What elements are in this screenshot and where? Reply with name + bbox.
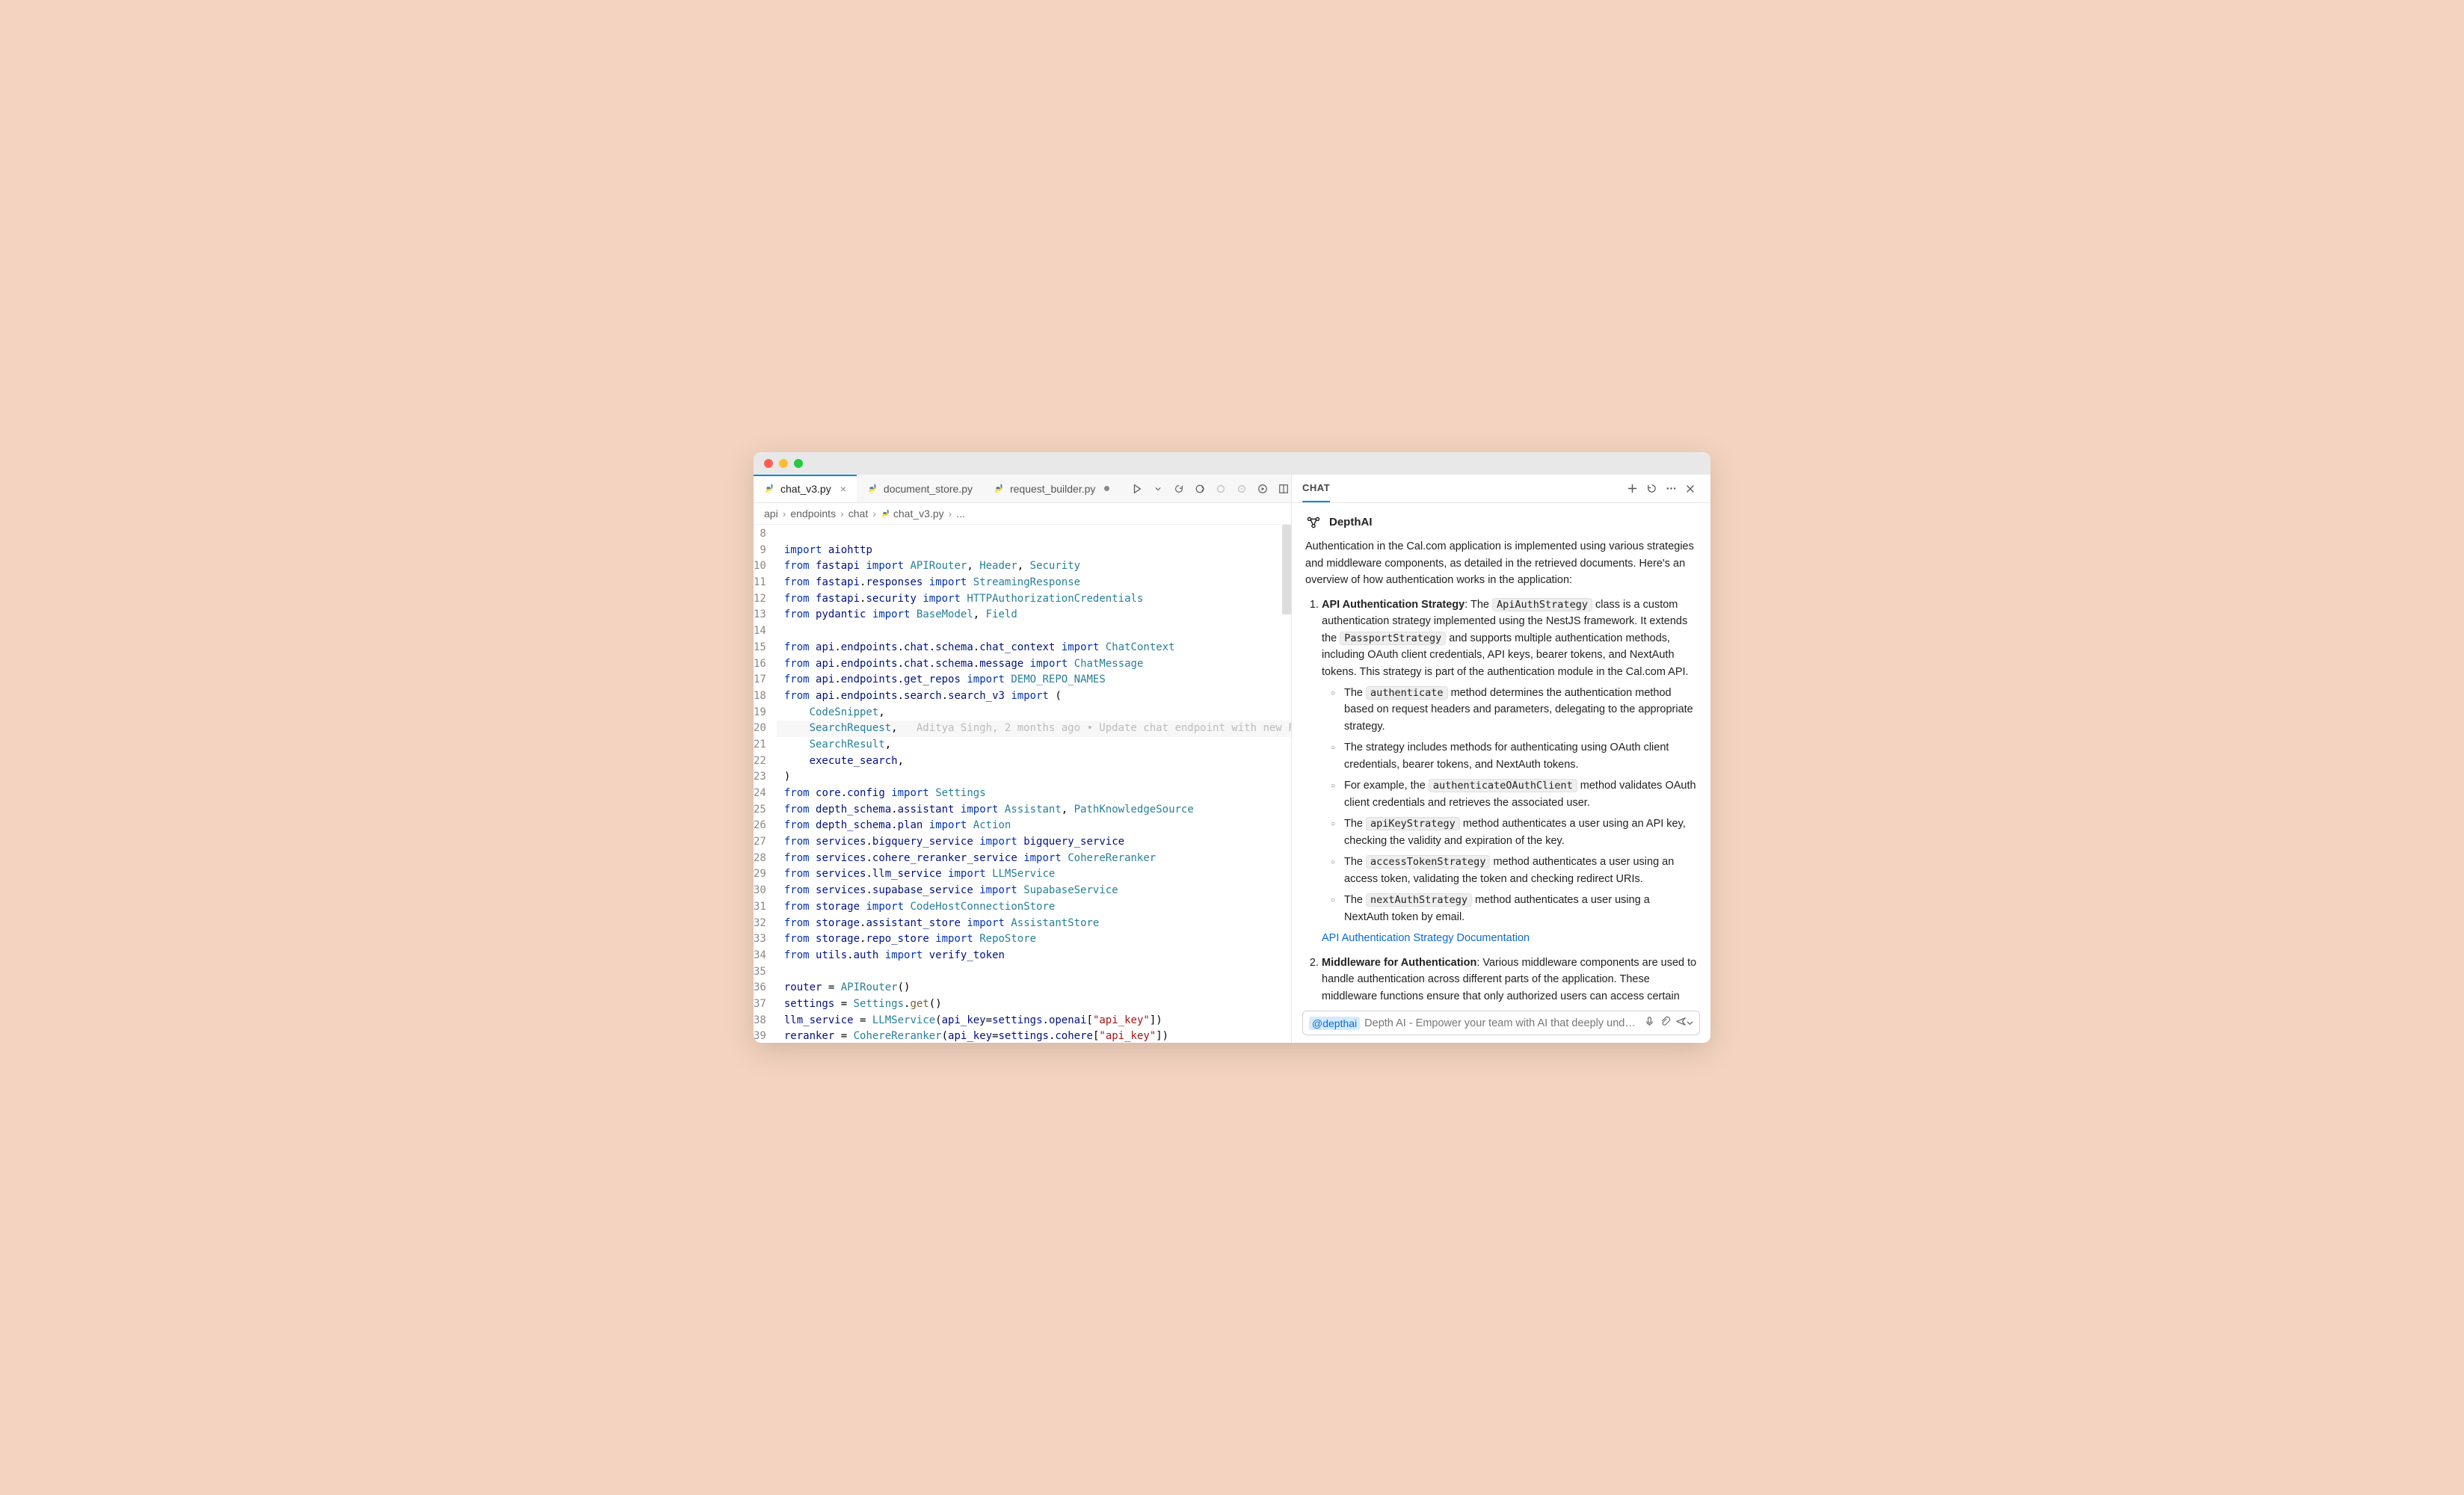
chat-header: CHAT xyxy=(1292,475,1710,503)
code-line[interactable]: SearchRequest, Aditya Singh, 2 months ag… xyxy=(777,721,1291,737)
chat-list-item: Middleware for Authentication: Various m… xyxy=(1322,955,1697,1003)
python-file-icon xyxy=(764,484,774,494)
code-line[interactable] xyxy=(777,623,1291,640)
split-editor-icon[interactable] xyxy=(1274,479,1293,499)
chat-list-item: API Authentication Strategy: The ApiAuth… xyxy=(1322,597,1697,947)
chat-intro-text: Authentication in the Cal.com applicatio… xyxy=(1305,538,1697,588)
code-line[interactable]: from pydantic import BaseModel, Field xyxy=(777,607,1291,623)
editor-tab[interactable]: document_store.py xyxy=(857,475,983,502)
code-line[interactable]: from utils.auth import verify_token xyxy=(777,948,1291,964)
app-window: chat_v3.py×document_store.pyrequest_buil… xyxy=(754,452,1710,1043)
code-line[interactable]: from storage import CodeHostConnectionSt… xyxy=(777,899,1291,916)
code-line[interactable]: ) xyxy=(777,769,1291,786)
titlebar xyxy=(754,452,1710,475)
chat-mention-chip[interactable]: @depthai xyxy=(1309,1017,1360,1030)
python-file-icon xyxy=(994,484,1004,494)
chat-input[interactable]: @depthai Depth AI - Empower your team wi… xyxy=(1302,1011,1700,1035)
run-cell-icon[interactable] xyxy=(1190,479,1210,499)
code-line[interactable]: from fastapi import APIRouter, Header, S… xyxy=(777,558,1291,575)
breadcrumb[interactable]: api›endpoints›chat›chat_v3.py›... xyxy=(754,503,1291,525)
code-line[interactable]: reranker = CohereReranker(api_key=settin… xyxy=(777,1029,1291,1043)
inline-code: ApiAuthStrategy xyxy=(1492,598,1592,611)
close-chat-icon[interactable] xyxy=(1681,479,1700,499)
code-editor[interactable]: 8910111213141516171819202122232425262728… xyxy=(754,525,1291,1043)
attach-icon[interactable] xyxy=(1660,1016,1671,1030)
depthai-logo-icon xyxy=(1305,514,1322,531)
run-icon[interactable] xyxy=(1127,479,1147,499)
doc-link[interactable]: API Authentication Strategy Documentatio… xyxy=(1322,932,1530,944)
step-icon[interactable] xyxy=(1211,479,1231,499)
modified-indicator-icon xyxy=(1104,486,1109,491)
breadcrumb-segment[interactable]: chat xyxy=(848,508,868,520)
chat-bullet: The authenticate method determines the a… xyxy=(1334,685,1697,735)
step-over-icon[interactable] xyxy=(1232,479,1251,499)
inline-code: PassportStrategy xyxy=(1340,632,1446,645)
code-line[interactable]: SearchResult, xyxy=(777,737,1291,753)
code-line[interactable]: llm_service = LLMService(api_key=setting… xyxy=(777,1013,1291,1029)
python-file-icon xyxy=(867,484,878,494)
code-line[interactable]: CodeSnippet, xyxy=(777,705,1291,721)
editor-tab-bar: chat_v3.py×document_store.pyrequest_buil… xyxy=(754,475,1291,503)
chat-brand-name: DepthAI xyxy=(1329,514,1373,531)
send-icon[interactable] xyxy=(1675,1016,1687,1030)
chat-placeholder: Depth AI - Empower your team with AI tha… xyxy=(1364,1017,1639,1029)
code-line[interactable]: from services.llm_service import LLMServ… xyxy=(777,866,1291,883)
chat-messages: DepthAI Authentication in the Cal.com ap… xyxy=(1292,503,1710,1003)
inline-code: authenticate xyxy=(1366,686,1448,700)
code-line[interactable] xyxy=(777,964,1291,981)
code-line[interactable]: from services.supabase_service import Su… xyxy=(777,883,1291,899)
breadcrumb-segment[interactable]: endpoints xyxy=(790,508,836,520)
code-line[interactable]: from depth_schema.plan import Action xyxy=(777,818,1291,834)
debug-rerun-icon[interactable] xyxy=(1169,479,1189,499)
maximize-window-button[interactable] xyxy=(794,459,803,468)
breadcrumb-segment[interactable]: api xyxy=(764,508,778,520)
code-line[interactable]: from api.endpoints.chat.schema.message i… xyxy=(777,656,1291,673)
code-line[interactable]: from services.cohere_reranker_service im… xyxy=(777,851,1291,867)
code-line[interactable]: from storage.repo_store import RepoStore xyxy=(777,931,1291,948)
new-chat-icon[interactable] xyxy=(1622,479,1642,499)
code-line[interactable]: from storage.assistant_store import Assi… xyxy=(777,916,1291,932)
chat-tab-label[interactable]: CHAT xyxy=(1302,482,1330,502)
voice-input-icon[interactable] xyxy=(1644,1016,1655,1030)
code-line[interactable]: from api.endpoints.search.search_v3 impo… xyxy=(777,688,1291,705)
code-line[interactable]: from api.endpoints.chat.schema.chat_cont… xyxy=(777,640,1291,656)
chat-pane: CHAT DepthAI Authentication in the Cal.c… xyxy=(1292,475,1710,1043)
inline-code: accessTokenStrategy xyxy=(1366,855,1490,869)
run-dropdown-icon[interactable] xyxy=(1148,479,1168,499)
breadcrumb-segment[interactable]: chat_v3.py xyxy=(881,508,944,520)
inline-code: authenticateOAuthClient xyxy=(1429,779,1577,792)
close-tab-icon[interactable]: × xyxy=(840,483,846,495)
debug-run-icon[interactable] xyxy=(1253,479,1272,499)
inline-code: apiKeyStrategy xyxy=(1366,817,1460,830)
minimap-scrollbar[interactable] xyxy=(1282,525,1291,614)
breadcrumb-segment[interactable]: ... xyxy=(956,508,965,520)
chat-brand: DepthAI xyxy=(1305,514,1697,531)
code-line[interactable]: from api.endpoints.get_repos import DEMO… xyxy=(777,672,1291,688)
minimize-window-button[interactable] xyxy=(779,459,788,468)
code-line[interactable] xyxy=(777,526,1291,543)
code-line[interactable]: from core.config import Settings xyxy=(777,786,1291,802)
chat-bullet: The strategy includes methods for authen… xyxy=(1334,739,1697,773)
chat-response-list: API Authentication Strategy: The ApiAuth… xyxy=(1305,597,1697,1003)
editor-tab[interactable]: request_builder.py xyxy=(983,475,1120,502)
code-line[interactable]: from services.bigquery_service import bi… xyxy=(777,834,1291,851)
send-dropdown-icon[interactable] xyxy=(1687,1017,1693,1029)
code-line[interactable]: router = APIRouter() xyxy=(777,980,1291,996)
chat-bullet: For example, the authenticateOAuthClient… xyxy=(1334,777,1697,811)
code-line[interactable]: from depth_schema.assistant import Assis… xyxy=(777,802,1291,819)
more-icon[interactable] xyxy=(1661,479,1681,499)
code-line[interactable]: execute_search, xyxy=(777,753,1291,770)
code-line[interactable]: from fastapi.responses import StreamingR… xyxy=(777,575,1291,591)
chat-bullet: The nextAuthStrategy method authenticate… xyxy=(1334,892,1697,925)
history-icon[interactable] xyxy=(1642,479,1661,499)
code-line[interactable]: from fastapi.security import HTTPAuthori… xyxy=(777,591,1291,608)
code-line[interactable]: import aiohttp xyxy=(777,543,1291,559)
chat-bullet: The apiKeyStrategy method authenticates … xyxy=(1334,816,1697,849)
code-line[interactable]: settings = Settings.get() xyxy=(777,996,1291,1013)
close-window-button[interactable] xyxy=(764,459,773,468)
chat-bullet: The accessTokenStrategy method authentic… xyxy=(1334,854,1697,887)
editor-pane: chat_v3.py×document_store.pyrequest_buil… xyxy=(754,475,1292,1043)
inline-code: nextAuthStrategy xyxy=(1366,893,1472,907)
editor-tab[interactable]: chat_v3.py× xyxy=(754,475,857,502)
